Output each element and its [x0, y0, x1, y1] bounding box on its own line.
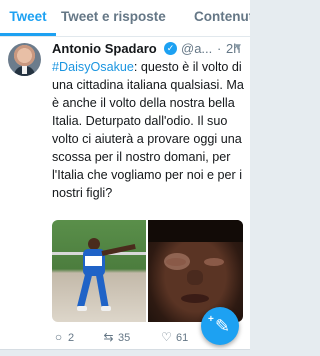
profile-timeline: Tweet Tweet e risposte Contenuti Antonio…	[0, 0, 250, 356]
author-handle[interactable]: @a...	[181, 41, 212, 57]
avatar[interactable]	[8, 43, 41, 76]
bottom-divider	[0, 349, 250, 356]
tweet-text: #DaisyOsakue: questo è il volto di una c…	[52, 58, 244, 202]
author-name[interactable]: Antonio Spadaro	[52, 41, 157, 57]
profile-tab-bar: Tweet Tweet e risposte Contenuti	[0, 0, 250, 36]
verified-badge-icon: ✓	[164, 42, 177, 55]
separator-dot: ·	[217, 41, 222, 56]
photo-mouth	[181, 294, 209, 303]
retweet-icon: ⇆	[103, 330, 114, 344]
compose-tweet-icon: ✎	[215, 316, 231, 336]
divider	[0, 36, 250, 37]
tweet-body: : questo è il volto di una cittadina ita…	[52, 60, 244, 200]
media-photo-athlete[interactable]	[52, 220, 146, 322]
tab-tweet[interactable]: Tweet	[0, 0, 56, 36]
tweet-header: Antonio Spadaro ✓ @a... · 2h	[52, 41, 248, 58]
photo-eye-right	[204, 258, 224, 266]
tab-contenuti[interactable]: Contenuti	[194, 0, 250, 36]
photo-athlete-leg-left	[77, 274, 92, 308]
retweet-count: 35	[118, 332, 131, 344]
photo-shoe-right	[101, 306, 111, 311]
avatar-collar	[22, 66, 27, 74]
like-button[interactable]: ♡ 61	[160, 329, 188, 345]
photo-athlete-leg-right	[96, 274, 109, 309]
photo-hair	[148, 220, 243, 242]
chevron-down-icon[interactable]: ▼	[233, 43, 245, 53]
compose-tweet-button[interactable]: + ✎	[201, 307, 239, 345]
photo-bib	[85, 256, 102, 266]
retweet-button[interactable]: ⇆ 35	[102, 329, 130, 345]
like-count: 61	[176, 332, 189, 344]
photo-shoe-left	[77, 306, 87, 311]
reply-count: 2	[68, 332, 75, 344]
photo-eye-left	[166, 258, 186, 266]
photo-nose	[187, 270, 203, 285]
hashtag-link[interactable]: #DaisyOsakue	[52, 60, 134, 74]
tab-tweet-e-risposte[interactable]: Tweet e risposte	[61, 0, 166, 36]
heart-icon: ♡	[161, 330, 172, 344]
plus-icon: +	[208, 314, 214, 325]
tweet-actions: ○ 2 ⇆ 35 ♡ 61	[52, 329, 212, 345]
reply-icon: ○	[54, 330, 63, 344]
reply-button[interactable]: ○ 2	[52, 329, 74, 345]
